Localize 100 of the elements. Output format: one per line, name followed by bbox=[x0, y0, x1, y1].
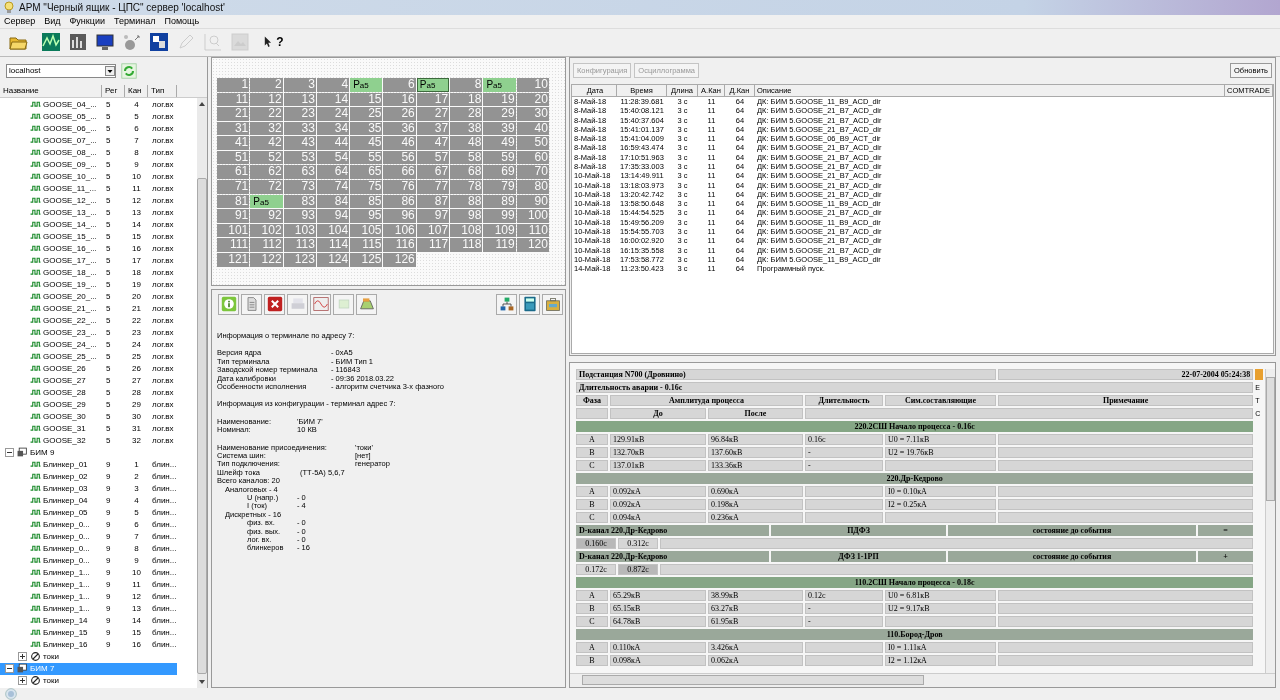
grid-cell[interactable]: 92 bbox=[250, 209, 283, 223]
grid-cell[interactable]: Pa5 bbox=[483, 77, 516, 92]
grid-cell[interactable]: 22 bbox=[250, 107, 283, 121]
grid-cell[interactable]: Pa5 bbox=[416, 77, 450, 92]
tree-row[interactable]: GOOSE_22_... 5 22 лог.вх bbox=[0, 314, 177, 327]
grid-cell[interactable]: 30 bbox=[516, 107, 549, 121]
tree-row[interactable]: GOOSE_20_... 5 20 лог.вх bbox=[0, 290, 177, 303]
grid-cell[interactable]: 109 bbox=[483, 223, 516, 238]
grid-cell[interactable]: 59 bbox=[483, 150, 516, 165]
grid-cell[interactable]: 19 bbox=[483, 92, 516, 107]
grid-cell[interactable]: 76 bbox=[383, 180, 416, 194]
grid-cell[interactable]: 65 bbox=[350, 165, 383, 180]
grid-cell[interactable]: 124 bbox=[316, 253, 350, 267]
grid-cell[interactable]: 80 bbox=[516, 180, 549, 194]
grid-cell[interactable]: 64 bbox=[316, 165, 350, 180]
tree-row[interactable]: GOOSE_08_... 5 8 лог.вх bbox=[0, 146, 177, 159]
tree-row[interactable]: Блинкер_14 9 14 блин... bbox=[0, 614, 177, 627]
grid-cell[interactable]: 31 bbox=[217, 121, 250, 136]
tree-row[interactable]: GOOSE_07_... 5 7 лог.вх bbox=[0, 134, 177, 147]
grid-cell[interactable]: 49 bbox=[483, 136, 516, 150]
grid-cell[interactable]: 87 bbox=[416, 194, 450, 209]
grid-cell[interactable]: 27 bbox=[416, 107, 450, 121]
grid-cell[interactable]: 33 bbox=[283, 121, 316, 136]
expand-icon[interactable] bbox=[18, 676, 27, 686]
toolbar-button[interactable]: ? bbox=[261, 30, 285, 55]
grid-cell[interactable]: 102 bbox=[250, 223, 283, 238]
grid-cell[interactable]: 111 bbox=[217, 238, 250, 253]
grid-cell[interactable]: 86 bbox=[383, 194, 416, 209]
grid-cell[interactable]: 77 bbox=[416, 180, 450, 194]
grid-cell[interactable]: 52 bbox=[250, 150, 283, 165]
tree-row[interactable]: GOOSE_28 5 28 лог.вх bbox=[0, 386, 177, 399]
grid-cell[interactable]: 90 bbox=[516, 194, 549, 209]
grid-cell[interactable]: 114 bbox=[316, 238, 350, 253]
tree-row[interactable]: токи bbox=[0, 650, 177, 663]
tree-row[interactable]: GOOSE_05_... 5 5 лог.вх bbox=[0, 110, 177, 123]
tree-row[interactable]: Блинкер_01 9 1 блин... bbox=[0, 458, 177, 471]
grid-cell[interactable]: 104 bbox=[316, 223, 350, 238]
grid-cell[interactable]: 94 bbox=[316, 209, 350, 223]
grid-cell[interactable]: 28 bbox=[450, 107, 483, 121]
grid-cell[interactable]: 15 bbox=[350, 92, 383, 107]
grid-cell[interactable]: 98 bbox=[450, 209, 483, 223]
tree-row[interactable]: Блинкер_1... 9 12 блин... bbox=[0, 590, 177, 603]
tree-row[interactable]: Блинкер_15 9 15 блин... bbox=[0, 626, 177, 639]
tree-row[interactable]: GOOSE_19_... 5 19 лог.вх bbox=[0, 278, 177, 291]
grid-cell[interactable]: 51 bbox=[217, 150, 250, 165]
grid-cell[interactable]: 16 bbox=[383, 92, 416, 107]
grid-cell[interactable]: 55 bbox=[350, 150, 383, 165]
toolbar-button[interactable] bbox=[264, 293, 285, 315]
grid-cell[interactable]: 73 bbox=[283, 180, 316, 194]
tree-row[interactable]: GOOSE_31 5 31 лог.вх bbox=[0, 422, 177, 435]
tree-row[interactable]: Блинкер_1... 9 11 блин... bbox=[0, 578, 177, 591]
grid-cell[interactable]: 125 bbox=[350, 253, 383, 267]
scrollbar[interactable] bbox=[1265, 368, 1275, 673]
grid-cell[interactable]: 99 bbox=[483, 209, 516, 223]
grid-cell[interactable]: 68 bbox=[450, 165, 483, 180]
grid-cell[interactable]: 62 bbox=[250, 165, 283, 180]
tree-row[interactable]: Блинкер_0... 9 8 блин... bbox=[0, 542, 177, 555]
server-select[interactable]: localhost bbox=[6, 63, 116, 78]
grid-cell[interactable]: 84 bbox=[316, 194, 350, 209]
grid-cell[interactable]: 43 bbox=[283, 136, 316, 150]
grid-cell[interactable]: Pa5 bbox=[250, 194, 283, 209]
grid-cell[interactable]: 61 bbox=[217, 165, 250, 180]
horizontal-scrollbar[interactable] bbox=[570, 673, 1275, 687]
grid-cell[interactable]: 6 bbox=[383, 77, 416, 92]
tree-row[interactable]: Блинкер_1... 9 13 блин... bbox=[0, 602, 177, 615]
grid-cell[interactable]: 93 bbox=[283, 209, 316, 223]
grid-cell[interactable]: 45 bbox=[350, 136, 383, 150]
grid-cell[interactable]: 95 bbox=[350, 209, 383, 223]
grid-cell[interactable]: 38 bbox=[450, 121, 483, 136]
grid-cell[interactable]: 91 bbox=[217, 209, 250, 223]
menu-item[interactable]: Терминал bbox=[113, 16, 156, 27]
grid-cell[interactable]: 108 bbox=[450, 223, 483, 238]
tree-row[interactable]: Блинкер_16 9 16 блин... bbox=[0, 638, 177, 651]
grid-cell[interactable]: 41 bbox=[217, 136, 250, 150]
grid-cell[interactable]: 44 bbox=[316, 136, 350, 150]
grid-cell[interactable]: 69 bbox=[483, 165, 516, 180]
grid-cell[interactable]: 25 bbox=[350, 107, 383, 121]
tree-row[interactable]: токи bbox=[0, 674, 177, 687]
tree-row[interactable]: GOOSE_25_... 5 25 лог.вх bbox=[0, 350, 177, 363]
grid-cell[interactable]: 105 bbox=[350, 223, 383, 238]
grid-cell[interactable]: 115 bbox=[350, 238, 383, 253]
grid-cell[interactable]: 23 bbox=[283, 107, 316, 121]
tree-row[interactable]: GOOSE_14_... 5 14 лог.вх bbox=[0, 218, 177, 231]
tree-row[interactable]: GOOSE_26 5 26 лог.вх bbox=[0, 362, 177, 375]
menu-item[interactable]: Вид bbox=[44, 16, 61, 27]
tree-row[interactable]: GOOSE_32 5 32 лог.вх bbox=[0, 434, 177, 447]
collapse-icon[interactable] bbox=[5, 448, 14, 458]
column-header[interactable]: Кан bbox=[125, 84, 148, 97]
grid-cell[interactable]: 110 bbox=[516, 223, 549, 238]
grid-cell[interactable]: 79 bbox=[483, 180, 516, 194]
grid-cell[interactable]: 40 bbox=[516, 121, 549, 136]
grid-cell[interactable]: 72 bbox=[250, 180, 283, 194]
grid-cell[interactable]: 20 bbox=[516, 92, 549, 107]
scrollbar[interactable] bbox=[197, 97, 207, 688]
tree-row[interactable]: GOOSE_15_... 5 15 лог.вх bbox=[0, 230, 177, 243]
grid-cell[interactable]: 85 bbox=[350, 194, 383, 209]
tree-row[interactable]: БИМ 9 bbox=[0, 446, 177, 459]
grid-cell[interactable]: 24 bbox=[316, 107, 350, 121]
grid-cell[interactable]: 12 bbox=[250, 92, 283, 107]
grid-cell[interactable]: 81 bbox=[217, 194, 250, 209]
